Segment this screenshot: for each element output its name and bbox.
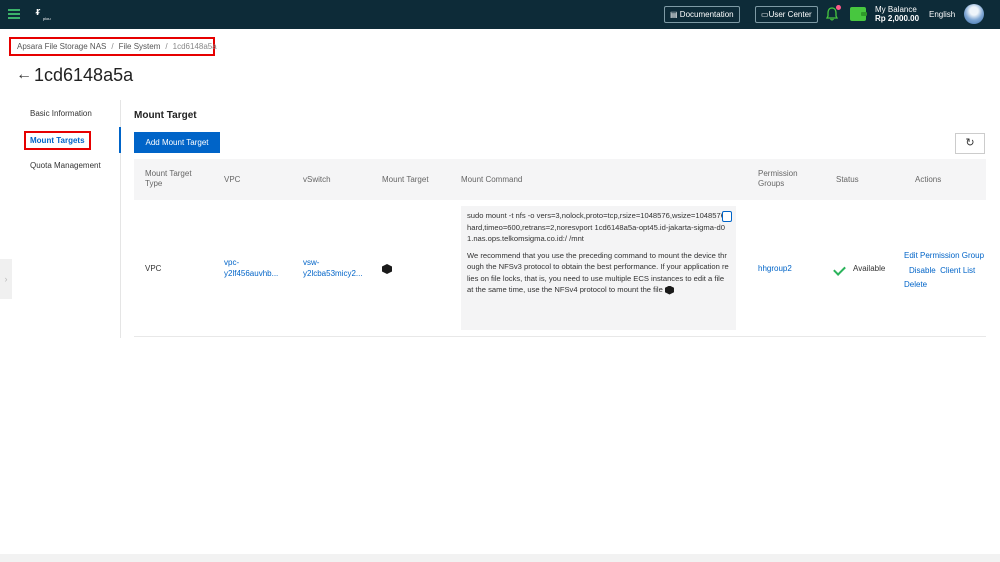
info-tooltip-icon[interactable] — [664, 285, 674, 295]
table-header: Mount Target Type VPC vSwitch Mount Targ… — [134, 159, 986, 200]
back-arrow-icon[interactable]: ← — [16, 65, 32, 85]
column-header-vswitch: vSwitch — [303, 175, 331, 184]
sidebar-item-basic-information[interactable]: Basic Information — [30, 109, 92, 119]
column-header-status: Status — [836, 175, 859, 184]
copy-icon[interactable] — [722, 211, 732, 222]
sidebar-item-quota-management[interactable]: Quota Management — [30, 161, 101, 171]
balance-value: Rp 2,000.00 — [875, 14, 920, 23]
client-list-link[interactable]: Client List — [940, 266, 975, 275]
cell-vpc-link[interactable]: vpc-y2lf456auvhb... — [224, 257, 286, 279]
cell-actions: Edit Permission Group Disable Client Lis… — [904, 249, 986, 293]
top-navigation-bar: ᵲ plou ▤ Documentation ▭User Center My B… — [0, 0, 1000, 29]
column-header-mount-target: Mount Target — [382, 175, 429, 184]
brand-logo[interactable]: ᵲ plou — [36, 7, 58, 21]
mount-command-note: We recommend that you use the preceding … — [467, 250, 730, 296]
cell-status: Available — [853, 264, 886, 273]
breadcrumb-item-file-system[interactable]: File System — [119, 42, 161, 51]
edit-permission-group-link[interactable]: Edit Permission Group — [904, 251, 984, 260]
column-header-mount-command: Mount Command — [461, 175, 523, 184]
refresh-button[interactable]: ↻ — [955, 133, 985, 154]
column-header-type: Mount Target Type — [145, 169, 192, 188]
notification-badge — [836, 5, 841, 10]
user-avatar[interactable] — [964, 4, 984, 24]
expand-panel-handle[interactable]: › — [0, 259, 12, 299]
refresh-icon: ↻ — [965, 137, 975, 149]
mount-note-text: We recommend that you use the preceding … — [467, 250, 729, 295]
add-mount-target-button[interactable]: Add Mount Target — [134, 132, 220, 153]
cell-permission-group-link[interactable]: hhgroup2 — [758, 263, 792, 274]
language-selector[interactable]: English — [929, 10, 955, 19]
documentation-label: Documentation — [679, 10, 734, 19]
column-header-vpc: VPC — [224, 175, 241, 184]
page-title: 1cd6148a5a — [34, 65, 134, 85]
disable-link[interactable]: Disable — [904, 266, 936, 275]
footer-strip — [0, 554, 1000, 562]
user-center-label: User Center — [768, 10, 812, 19]
breadcrumb-item-nas[interactable]: Apsara File Storage NAS — [17, 42, 106, 51]
cell-type: VPC — [145, 264, 162, 273]
cell-vswitch-link[interactable]: vsw-y2lcba53micy2... — [303, 257, 371, 279]
document-icon: ▤ — [670, 10, 678, 19]
message-icon: ▭ — [761, 10, 769, 19]
documentation-button[interactable]: ▤ Documentation — [664, 6, 740, 23]
section-title: Mount Target — [134, 110, 197, 121]
user-center-button[interactable]: ▭User Center — [755, 6, 818, 23]
balance-label: My Balance — [875, 5, 917, 14]
column-header-permission-groups: Permission Groups — [758, 169, 798, 188]
sidebar-item-mount-targets[interactable]: Mount Targets — [24, 131, 91, 150]
column-header-actions: Actions — [915, 175, 942, 184]
mount-command-box: sudo mount -t nfs -o vers=3,nolock,proto… — [461, 206, 736, 330]
hamburger-menu-icon[interactable] — [8, 9, 20, 19]
sidebar-active-indicator — [119, 127, 121, 153]
breadcrumb-item-current: 1cd6148a5a — [172, 42, 217, 51]
delete-link[interactable]: Delete — [904, 280, 927, 289]
wallet-icon[interactable] — [850, 7, 867, 21]
mount-command-text[interactable]: sudo mount -t nfs -o vers=3,nolock,proto… — [467, 210, 730, 245]
logo-text: plou — [43, 16, 51, 21]
breadcrumb: Apsara File Storage NAS / File System/1cd6… — [9, 37, 217, 56]
